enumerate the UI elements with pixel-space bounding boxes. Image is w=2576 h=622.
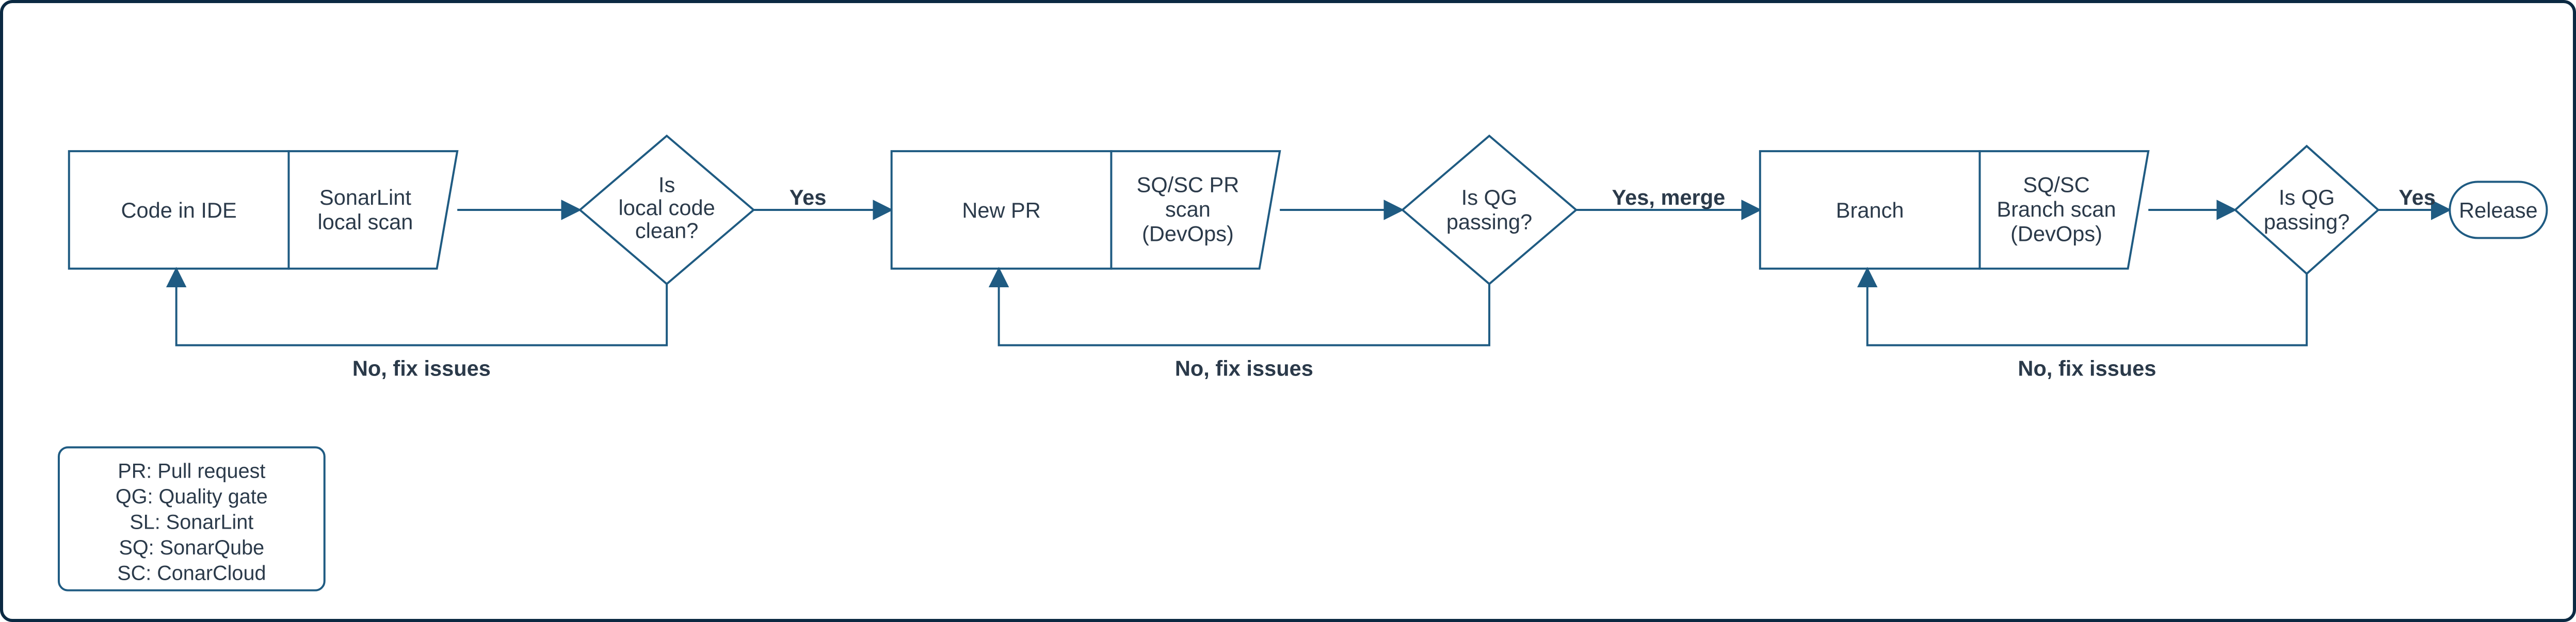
edge-qg1-no-label: No, fix issues [1175, 356, 1313, 381]
branch-label: Branch [1836, 198, 1904, 222]
sqsc-branch-scan-label-l3: (DevOps) [2010, 221, 2102, 245]
edge-clean-no-label: No, fix issues [352, 356, 491, 381]
edge-clean-yes-label: Yes [790, 185, 827, 209]
node-sqsc-branch-scan: SQ/SC Branch scan (DevOps) [1980, 151, 2149, 269]
is-qg1-label-l1: Is QG [1461, 185, 1518, 209]
sqsc-branch-scan-label-l2: Branch scan [1997, 197, 2116, 221]
legend-box: PR: Pull request QG: Quality gate SL: So… [59, 447, 325, 590]
node-sqsc-pr-scan: SQ/SC PR scan (DevOps) [1111, 151, 1280, 269]
sqsc-pr-scan-label-l1: SQ/SC PR [1137, 172, 1239, 197]
is-qg1-label-l2: passing? [1446, 210, 1532, 234]
new-pr-label: New PR [962, 198, 1041, 222]
is-local-clean-label-l1: Is [658, 172, 675, 197]
edge-qg2-no-label: No, fix issues [2018, 356, 2156, 381]
legend-pr: PR: Pull request [118, 460, 265, 483]
edge-qg1-yes-label: Yes, merge [1612, 185, 1726, 209]
node-is-local-clean: Is local code clean? [580, 136, 754, 284]
is-local-clean-label-l3: clean? [635, 218, 699, 242]
is-qg2-label-l2: passing? [2264, 210, 2349, 234]
node-is-qg1: Is QG passing? [1403, 136, 1576, 284]
legend-qg: QG: Quality gate [116, 485, 268, 508]
is-local-clean-label-l2: local code [618, 195, 715, 220]
sqsc-pr-scan-label-l2: scan [1165, 197, 1211, 221]
sonarlint-scan-label-l1: SonarLint [319, 185, 411, 209]
diagram-canvas: Code in IDE SonarLint local scan Is loca… [0, 0, 2576, 622]
edge-qg2-yes-label: Yes [2398, 185, 2436, 209]
code-in-ide-label: Code in IDE [121, 198, 237, 222]
flowchart-svg: Code in IDE SonarLint local scan Is loca… [3, 3, 2573, 619]
sqsc-pr-scan-label-l3: (DevOps) [1142, 221, 1234, 245]
release-label: Release [2459, 198, 2538, 222]
node-sonarlint-scan: SonarLint local scan [288, 151, 457, 269]
node-branch: Branch [1760, 151, 1980, 269]
node-is-qg2: Is QG passing? [2235, 146, 2378, 274]
edge-qg2-no [1867, 269, 2307, 346]
node-code-in-ide: Code in IDE [69, 151, 289, 269]
legend-sc: SC: ConarCloud [117, 562, 266, 585]
is-qg2-label-l1: Is QG [2279, 185, 2335, 209]
legend-sq: SQ: SonarQube [119, 536, 264, 559]
legend-sl: SL: SonarLint [130, 511, 253, 534]
sonarlint-scan-label-l2: local scan [318, 210, 413, 234]
node-release: Release [2450, 182, 2547, 238]
edge-qg1-no [999, 269, 1489, 346]
node-new-pr: New PR [892, 151, 1112, 269]
sqsc-branch-scan-label-l1: SQ/SC [2023, 172, 2089, 197]
edge-clean-no [176, 269, 667, 346]
